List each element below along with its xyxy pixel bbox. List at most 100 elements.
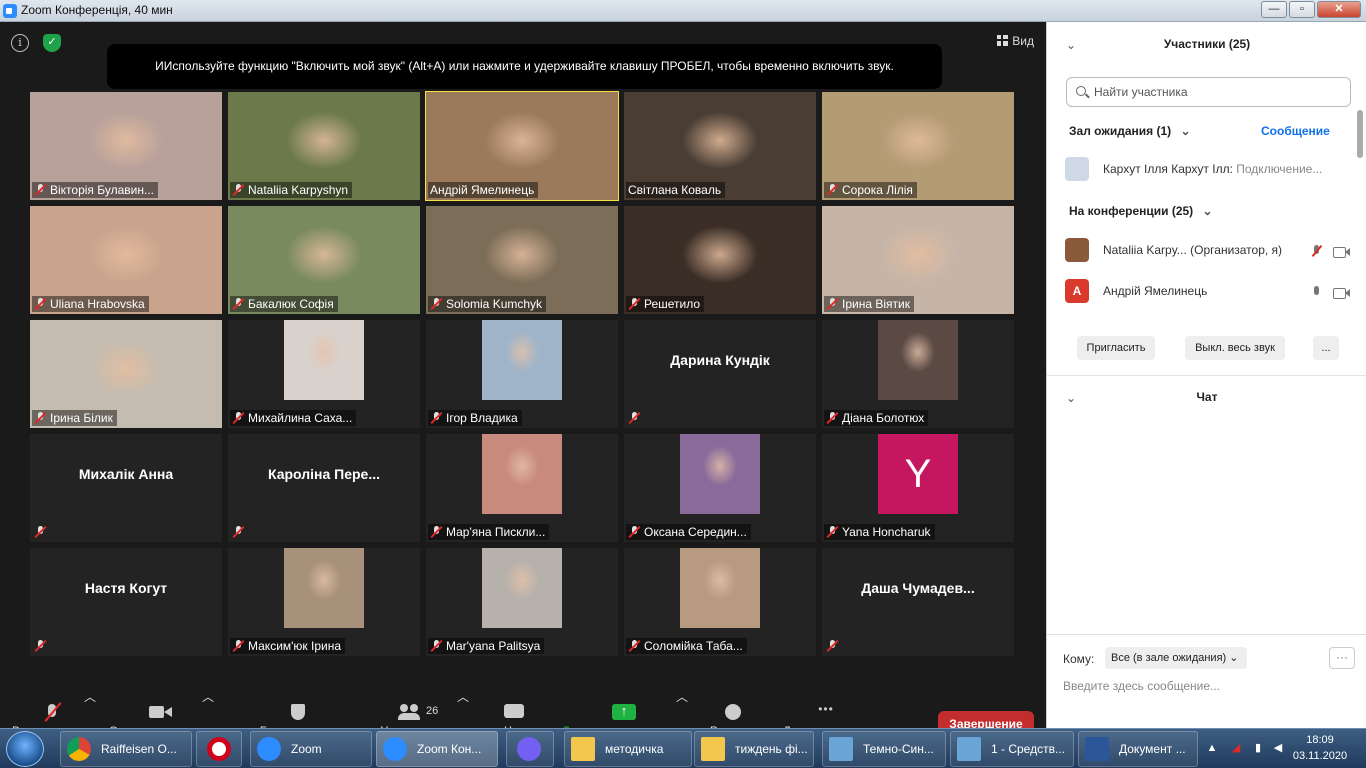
video-tile[interactable]: Mar'yana Palitsya — [426, 548, 618, 656]
chat-bubble-icon — [503, 704, 525, 720]
participants-panel-title: Участники (25) — [1163, 37, 1251, 51]
taskbar-folder[interactable]: тиждень фі... — [694, 731, 814, 767]
taskbar-opera[interactable] — [196, 731, 242, 767]
participant-search-input[interactable]: Найти участника — [1066, 77, 1351, 107]
video-tile[interactable]: Андрій Ямелинець — [425, 91, 619, 201]
video-tile[interactable]: Uliana Hrabovska — [30, 206, 222, 314]
participant-display-name: Кароліна Пере... — [267, 466, 381, 482]
muted-mic-icon — [628, 526, 641, 538]
video-tile[interactable]: Даша Чумадев... — [822, 548, 1014, 656]
in-meeting-title: На конференции (25) — [1069, 204, 1194, 218]
maximize-button[interactable]: ▫ — [1289, 1, 1315, 18]
image-icon — [829, 737, 853, 761]
participant-name: Михайлина Саха... — [248, 411, 353, 425]
participant-name: Ірина Віятик — [842, 297, 910, 311]
muted-mic-icon — [34, 184, 47, 196]
taskbar-chrome[interactable]: Raiffeisen O... — [60, 731, 192, 767]
video-tile[interactable]: Решетило — [624, 206, 816, 314]
participant-name-label: Solomia Kumchyk — [428, 296, 547, 312]
zoom-logo-icon — [3, 4, 17, 18]
system-clock[interactable]: 18:09 03.11.2020 — [1290, 732, 1350, 764]
video-tile[interactable]: Вікторія Булавин... — [30, 92, 222, 200]
video-tile[interactable]: Михалік Анна — [30, 434, 222, 542]
video-tile[interactable]: Кароліна Пере... — [228, 434, 420, 542]
participant-display-name: Михалік Анна — [78, 466, 174, 482]
participant-name-label: Сорока Лілія — [824, 182, 917, 198]
message-waiting-link[interactable]: Сообщение — [1261, 124, 1330, 138]
participant-row[interactable]: Nataliia Karpy... (Организатор, я) — [1065, 238, 1355, 264]
participant-name: Solomia Kumchyk — [446, 297, 543, 311]
search-icon — [1076, 86, 1086, 96]
mic-icon[interactable] — [1311, 286, 1323, 298]
video-tile[interactable]: Соломійка Таба... — [624, 548, 816, 656]
video-tile[interactable]: Сорока Лілія — [822, 92, 1014, 200]
muted-mic-icon — [34, 526, 47, 538]
video-camera-icon[interactable] — [1333, 245, 1350, 258]
antivirus-icon[interactable]: ◢ — [1229, 741, 1243, 755]
muted-mic-icon — [628, 412, 641, 424]
video-tile[interactable]: Бакалюк Софія — [228, 206, 420, 314]
waiting-participant-row[interactable]: Кархут Ілля Кархут Ілл: Подключение... — [1065, 157, 1355, 183]
taskbar-image-viewer[interactable]: Темно-Син... — [822, 731, 946, 767]
network-icon[interactable]: ▮ — [1251, 741, 1265, 755]
participant-name-label — [32, 524, 54, 540]
video-tile[interactable]: Мар'яна Пискли... — [426, 434, 618, 542]
video-tile[interactable]: Y Yana Honcharuk — [822, 434, 1014, 542]
share-screen-icon — [612, 703, 636, 720]
chat-recipient-select[interactable]: Все (в зале ожидания) ⌄ — [1105, 647, 1247, 669]
in-meeting-header[interactable]: На конференции (25) ⌄ — [1069, 204, 1213, 218]
more-options-button[interactable]: ... — [1313, 336, 1339, 360]
taskbar-image-viewer[interactable]: 1 - Средств... — [950, 731, 1074, 767]
participant-name-label: Михайлина Саха... — [230, 410, 357, 426]
taskbar-word[interactable]: Документ ... — [1078, 731, 1198, 767]
participant-name: Вікторія Булавин... — [50, 183, 154, 197]
taskbar-zoom-meeting[interactable]: Zoom Кон... — [376, 731, 498, 767]
minimize-button[interactable]: — — [1261, 1, 1287, 18]
view-button[interactable]: Вид — [997, 34, 1034, 48]
taskbar-folder[interactable]: методичка — [564, 731, 692, 767]
word-icon — [1085, 737, 1109, 761]
info-icon[interactable]: i — [11, 34, 29, 52]
video-tile[interactable]: Світлана Коваль — [624, 92, 816, 200]
invite-button[interactable]: Пригласить — [1077, 336, 1155, 360]
video-tile[interactable]: Ірина Білик — [30, 320, 222, 428]
video-camera-icon[interactable] — [1333, 286, 1350, 299]
participant-name-label — [230, 524, 252, 540]
video-tile[interactable]: Максим'юк Ірина — [228, 548, 420, 656]
participant-name: Соломійка Таба... — [644, 639, 743, 653]
muted-mic-icon — [826, 298, 839, 310]
video-tile[interactable]: Ірина Віятик — [822, 206, 1014, 314]
taskbar-viber[interactable] — [506, 731, 554, 767]
participant-name-label: Ірина Білик — [32, 410, 117, 426]
chat-compose-area: Кому: Все (в зале ожидания) ⌄ ··· Введит… — [1047, 634, 1366, 728]
encryption-shield-icon[interactable]: ✓ — [43, 34, 61, 52]
mute-all-button[interactable]: Выкл. весь звук — [1185, 336, 1285, 360]
waiting-room-header[interactable]: Зал ожидания (1) ⌄ — [1069, 124, 1191, 138]
start-button[interactable] — [6, 731, 44, 767]
video-tile[interactable]: Михайлина Саха... — [228, 320, 420, 428]
participants-scrollbar[interactable] — [1357, 110, 1363, 158]
video-tile[interactable]: Ігор Владика — [426, 320, 618, 428]
video-tile[interactable]: Діана Болотюх — [822, 320, 1014, 428]
muted-mic-icon[interactable] — [1311, 245, 1323, 257]
clock-time: 18:09 — [1306, 734, 1334, 746]
taskbar-zoom[interactable]: Zoom — [250, 731, 372, 767]
taskbar-label: тиждень фі... — [735, 742, 808, 756]
participant-name-label: Андрій Ямелинець — [428, 182, 539, 198]
muted-mic-icon — [826, 412, 839, 424]
chat-recipient-label: Кому: — [1063, 652, 1095, 666]
participant-row[interactable]: А Андрій Ямелинець — [1065, 279, 1355, 305]
chat-message-input[interactable]: Введите здесь сообщение... — [1063, 679, 1353, 699]
taskbar-label: Документ ... — [1119, 742, 1186, 756]
tray-expand-icon[interactable]: ▲ — [1205, 741, 1219, 755]
video-tile[interactable]: Настя Когут — [30, 548, 222, 656]
video-tile[interactable]: Дарина Кундік — [624, 320, 816, 428]
chat-more-options-button[interactable]: ··· — [1329, 647, 1355, 669]
video-tile[interactable]: Solomia Kumchyk — [426, 206, 618, 314]
video-tile[interactable]: Оксана Середин... — [624, 434, 816, 542]
close-button[interactable]: ✕ — [1317, 1, 1361, 18]
muted-mic-icon — [232, 298, 245, 310]
video-tile[interactable]: Nataliia Karpyshyn — [228, 92, 420, 200]
avatar — [1065, 238, 1089, 262]
volume-icon[interactable]: ◀ — [1271, 741, 1285, 755]
